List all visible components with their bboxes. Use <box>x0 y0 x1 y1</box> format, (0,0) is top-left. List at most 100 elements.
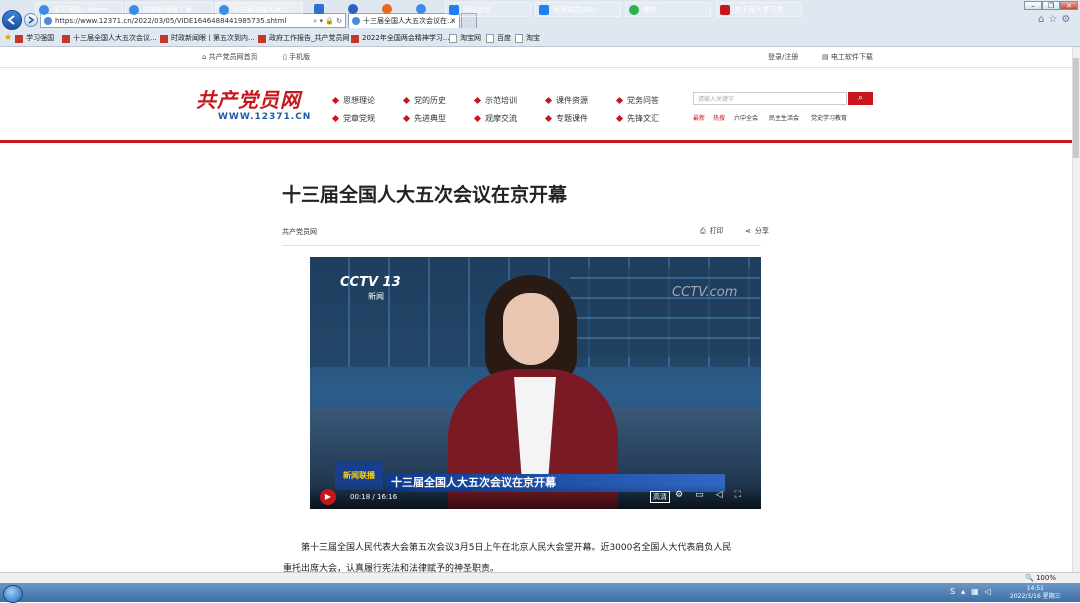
hot-word[interactable]: 党史学习教育 <box>811 113 847 122</box>
site-logo[interactable]: 共产党员网 <box>196 84 301 113</box>
taskbar-item[interactable]: 关于深入学习贯... <box>716 2 802 17</box>
meta-divider <box>282 245 761 246</box>
home-icon[interactable]: ⌂ <box>1038 14 1048 25</box>
hot-word[interactable]: 最新 <box>693 113 705 122</box>
close-window-button[interactable]: ✕ <box>1060 1 1078 10</box>
nav-item[interactable]: 课件资源 <box>544 95 588 106</box>
zoom-level[interactable]: 🔍 100% <box>1025 574 1056 582</box>
zoom-value: 100% <box>1035 574 1056 582</box>
pinned-app[interactable] <box>342 2 366 17</box>
fav-item-label[interactable]: 淘宝 <box>526 31 540 46</box>
home-icon: ⌂ <box>202 53 207 61</box>
fav-icon <box>449 34 457 43</box>
pip-icon[interactable]: ▭ <box>695 490 716 500</box>
nav-bullet-icon <box>473 96 482 105</box>
search-input[interactable]: 请输入关键字 <box>693 92 847 105</box>
print-label: 打印 <box>709 227 724 235</box>
mobile-link[interactable]: ▯ 手机版 <box>283 52 310 62</box>
nav-item[interactable]: 党务问答 <box>615 95 659 106</box>
pinned-app[interactable] <box>308 2 332 17</box>
site-top-strip: ⌂ 共产党员网首页 ▯ 手机版 登录/注册 ▤ 电工软件下载 <box>0 47 1072 68</box>
studio-monitors <box>570 267 760 357</box>
nav-item[interactable]: 党章党规 <box>331 113 375 124</box>
taskbar-item-label: 十三届全国人大... <box>233 6 289 14</box>
taskbar-item-active[interactable]: 十三届全国人大... <box>215 2 303 17</box>
anchor-face <box>503 293 559 365</box>
fav-icon <box>62 34 70 43</box>
start-button[interactable] <box>3 585 23 603</box>
nav-label: 观摩交流 <box>485 114 517 123</box>
taskbar-item[interactable]: 时政新闻眼丨第... <box>125 2 213 17</box>
article-title: 十三届全国人大五次会议在京开幕 <box>282 184 568 206</box>
nav-item[interactable]: 示范培训 <box>473 95 517 106</box>
fav-item-label[interactable]: 学习强国 <box>26 31 54 46</box>
hot-word[interactable]: 民主生活会 <box>769 113 799 122</box>
settings-icon[interactable]: ⚙ <box>675 490 695 500</box>
download-link[interactable]: ▤ 电工软件下载 <box>822 52 873 62</box>
system-clock[interactable]: 14:51 2022/3/16 星期三 <box>1010 585 1061 601</box>
nav-bullet-icon <box>615 114 624 123</box>
scrollbar-thumb[interactable] <box>1073 58 1079 158</box>
homepage-link[interactable]: ⌂ 共产党员网首页 <box>202 52 258 62</box>
pinned-app[interactable] <box>376 2 400 17</box>
nav-item[interactable]: 党的历史 <box>402 95 446 106</box>
back-button[interactable] <box>2 10 22 30</box>
system-tray[interactable]: S▴▦◁ <box>950 587 997 596</box>
favorites-star-button[interactable]: ★ 学习强国 <box>4 31 54 46</box>
taskbar-item[interactable]: 管理成员(10) <box>535 2 621 17</box>
nav-item[interactable]: 思想理论 <box>331 95 375 106</box>
control-icons: ⚙▭◁⛶ <box>675 490 753 500</box>
hot-word[interactable]: 六中全会 <box>734 113 758 122</box>
address-text: https://www.12371.cn/2022/03/05/VIDE1646… <box>55 17 287 25</box>
firefox-icon <box>382 4 392 14</box>
wechat-icon <box>629 5 639 15</box>
search-icon: ⌕ <box>857 93 864 103</box>
print-button[interactable]: ⎙ 打印 <box>700 226 724 236</box>
nav-bullet-icon <box>331 96 340 105</box>
nav-item[interactable]: 先锋文汇 <box>615 113 659 124</box>
video-player[interactable]: CCTV 13 新闻 CCTV.com 新闻联播 十三届全国人大五次会议在京开幕… <box>310 257 761 509</box>
share-button[interactable]: ⋖ 分享 <box>745 226 769 236</box>
taskbar-item[interactable]: 腾讯会议 <box>445 2 531 17</box>
hot-word[interactable]: 热搜 <box>713 113 725 122</box>
fav-item-label[interactable]: 时政新闻眼丨第五次到内... <box>171 31 255 46</box>
clock-date: 2022/3/16 星期三 <box>1010 593 1061 600</box>
nav-bullet-icon <box>544 114 553 123</box>
fav-item-label[interactable]: 政府工作报告_共产党员网 <box>269 31 350 46</box>
fullscreen-icon[interactable]: ⛶ <box>735 490 753 500</box>
nav-bullet-icon <box>331 114 340 123</box>
login-link[interactable]: 登录/注册 <box>768 52 798 62</box>
tencent-meeting-icon <box>449 5 459 15</box>
taskbar-item[interactable]: 学习强国 - Intern... <box>35 2 123 17</box>
wps-icon <box>720 5 730 15</box>
nav-item[interactable]: 观摩交流 <box>473 113 517 124</box>
maximize-button[interactable]: ❐ <box>1042 1 1060 10</box>
search-button[interactable]: ⌕ <box>848 92 873 105</box>
favorites-star-icon[interactable]: ☆ <box>1048 14 1061 25</box>
mobile-label: 手机版 <box>289 53 311 61</box>
taskbar-item-label: 微信 <box>643 6 657 14</box>
tray-s-icon[interactable]: S <box>950 587 961 596</box>
tray-network-icon[interactable]: ▦ <box>971 587 985 596</box>
nav-label: 专题课件 <box>556 114 588 123</box>
tray-volume-icon[interactable]: ◁ <box>985 587 997 596</box>
fav-item-label[interactable]: 淘宝网 <box>460 31 481 46</box>
minimize-button[interactable]: – <box>1024 1 1042 10</box>
fav-item-label[interactable]: 十三届全国人大五次会议... <box>73 31 157 46</box>
taskbar-item-label: 腾讯会议 <box>463 6 491 14</box>
nav-item[interactable]: 专题课件 <box>544 113 588 124</box>
tray-arrow-icon[interactable]: ▴ <box>961 587 971 596</box>
fav-item-label[interactable]: 2022年全国两会精神学习... <box>362 31 450 46</box>
settings-gear-icon[interactable]: ⚙ <box>1061 14 1074 25</box>
video-time: 00:18 / 16:16 <box>350 493 398 501</box>
favorites-bar: ★ 学习强国 十三届全国人大五次会议... 时政新闻眼丨第五次到内... 政府工作… <box>0 31 1080 46</box>
nav-item[interactable]: 先进典型 <box>402 113 446 124</box>
taskbar-item[interactable]: 微信 <box>625 2 711 17</box>
volume-icon[interactable]: ◁ <box>716 490 735 500</box>
toolbar-icons[interactable]: ⌂☆⚙ <box>1038 14 1074 25</box>
fav-item-label[interactable]: 百度 <box>497 31 511 46</box>
pinned-app[interactable] <box>410 2 434 17</box>
nav-label: 思想理论 <box>343 96 375 105</box>
play-button[interactable]: ▶ <box>320 489 336 505</box>
quality-button[interactable]: 高清 <box>650 491 670 503</box>
